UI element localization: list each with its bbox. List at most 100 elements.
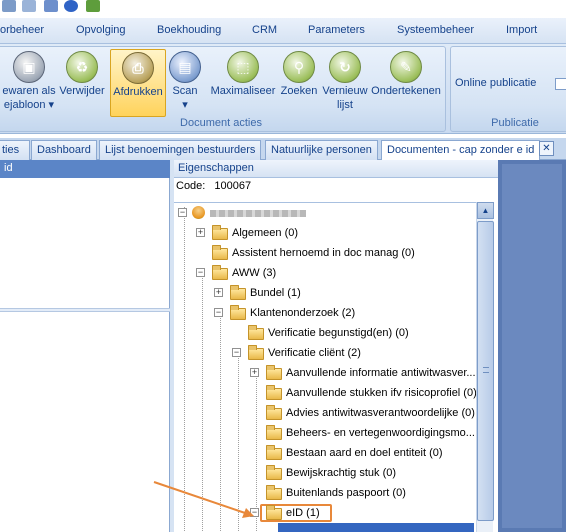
print-button[interactable]: ⎙ Afdrukken [110,49,166,117]
tree-item-label: Algemeen (0) [232,227,299,239]
expand-icon[interactable]: + [196,228,205,237]
code-value: 100067 [214,180,252,192]
menu-bar: orbeheer Opvolging Boekhouding CRM Param… [0,18,566,44]
publicatie-group: Online publicatie Publicatie [450,46,566,132]
redacted-name [210,210,306,217]
folder-icon [266,445,282,460]
refresh-label2: lijst [337,99,353,111]
save-template-button[interactable]: ▣ ewaren als ejabloon ▾ [1,49,57,117]
tree-item-label: Assistent hernoemd in doc manag (0) [232,247,415,259]
folder-icon [230,285,246,300]
selected-document-row[interactable] [278,523,474,532]
folder-open-icon [248,345,264,360]
folder-icon [266,385,282,400]
expand-icon[interactable]: + [214,288,223,297]
properties-panel: Eigenschappen Code: 100067 − + Algemeen … [174,160,498,532]
download-icon[interactable] [64,0,78,12]
close-icon[interactable]: ✕ [539,141,554,156]
collapse-icon[interactable]: − [214,308,223,317]
tree-item-label: Aanvullende stukken ifv risicoprofiel (0… [286,387,477,399]
tree-item-label: Bewijskrachtig stuk (0) [286,467,397,479]
scroll-up-icon[interactable]: ▲ [477,202,494,219]
save-template-icon: ▣ [13,51,45,83]
tab-documenten[interactable]: Documenten - cap zonder e id [381,140,541,161]
folder-icon [266,425,282,440]
tab-natuurlijke-personen[interactable]: Natuurlijke personen [265,140,378,160]
publicatie-label: Publicatie [491,117,539,129]
tree-item-label: Bestaan aard en doel entiteit (0) [286,447,443,459]
search-label: Zoeken [280,85,318,97]
code-label: Code: [176,180,206,192]
folder-icon [212,245,228,260]
print-label: Afdrukken [113,86,163,98]
code-row: Code: 100067 [176,180,257,192]
delete-button[interactable]: ♻ Verwijder [57,49,107,117]
menu-tab-systeembeheer[interactable]: Systeembeheer [397,24,474,36]
tree-item-label: Bundel (1) [250,287,301,299]
tree-root[interactable]: − [174,203,474,223]
search-button[interactable]: ⚲ Zoeken [279,49,319,117]
scan-icon: ▤ [169,51,201,83]
sign-icon: ✎ [390,51,422,83]
folder-icon [212,225,228,240]
maximize-button[interactable]: ⬚ Maximaliseer [209,49,277,117]
pin-icon[interactable] [44,0,58,12]
folder-icon [266,405,282,420]
grip-icon [483,367,489,373]
menu-tab-boekhouding[interactable]: Boekhouding [157,24,221,36]
print-icon: ⎙ [122,52,154,84]
properties-header: Eigenschappen [174,160,498,178]
scroll-thumb[interactable] [477,221,494,521]
left-panel-header: id [0,160,170,178]
document-tabs: ties Dashboard Lijst benoemingen bestuur… [0,138,566,161]
help-icon[interactable] [22,0,36,12]
maximize-label: Maximaliseer [210,85,276,97]
delete-icon: ♻ [66,51,98,83]
refresh-label: Vernieuw [322,85,368,97]
tree-item-label: eID (1) [286,507,320,519]
tree-scrollbar[interactable]: ▲ [476,202,494,532]
tab-entiteiten[interactable]: ties [0,140,30,160]
menu-tab-parameters[interactable]: Parameters [308,24,365,36]
menu-tab-opvolging[interactable]: Opvolging [76,24,126,36]
online-publicatie-checkbox[interactable] [555,78,566,90]
menu-tab-import[interactable]: Import [506,24,537,36]
collapse-icon[interactable]: − [178,208,187,217]
tab-lijst-benoemingen[interactable]: Lijst benoemingen bestuurders [99,140,262,160]
scan-label: Scan [172,85,198,97]
online-publicatie-label: Online publicatie [455,77,537,89]
left-panel-divider[interactable] [0,308,170,312]
folder-open-icon [266,505,282,520]
folder-open-icon [212,265,228,280]
folder-open-icon [230,305,246,320]
tree-item-label: Beheers- en vertegenwoordigingsmo... [286,427,475,439]
menu-tab-crm[interactable]: CRM [252,24,277,36]
tree-item-label: AWW (3) [232,267,277,279]
export-icon[interactable] [86,0,100,12]
quick-access-toolbar [0,0,566,18]
folder-icon [266,485,282,500]
scan-button[interactable]: ▤ Scan ▾ [167,49,203,117]
expand-icon[interactable]: + [250,368,259,377]
tree-item-label: Verificatie cliënt (2) [268,347,361,359]
delete-label: Verwijder [59,85,105,97]
refresh-button[interactable]: ↻ Vernieuw lijst [321,49,369,117]
sign-label: Ondertekenen [371,85,441,97]
document-actions-label: Document acties [180,117,262,129]
right-side-panel [498,160,566,532]
tree-item-label: Aanvullende informatie antiwitwasver... [286,367,476,379]
settings-icon[interactable] [2,0,16,12]
tab-dashboard[interactable]: Dashboard [31,140,97,160]
tree-item-label: Advies antiwitwasverantwoordelijke (0) [286,407,475,419]
tree-item-label: Buitenlands paspoort (0) [286,487,406,499]
collapse-icon[interactable]: − [232,348,241,357]
scan-dropdown: ▾ [182,99,188,111]
search-icon: ⚲ [283,51,315,83]
folder-icon [248,325,264,340]
tree-item-label: Verificatie begunstigd(en) (0) [268,327,409,339]
save-template-label: ewaren als [2,85,56,97]
menu-tab-beheer[interactable]: orbeheer [0,24,44,36]
sign-button[interactable]: ✎ Ondertekenen [371,49,441,117]
maximize-icon: ⬚ [227,51,259,83]
collapse-icon[interactable]: − [196,268,205,277]
